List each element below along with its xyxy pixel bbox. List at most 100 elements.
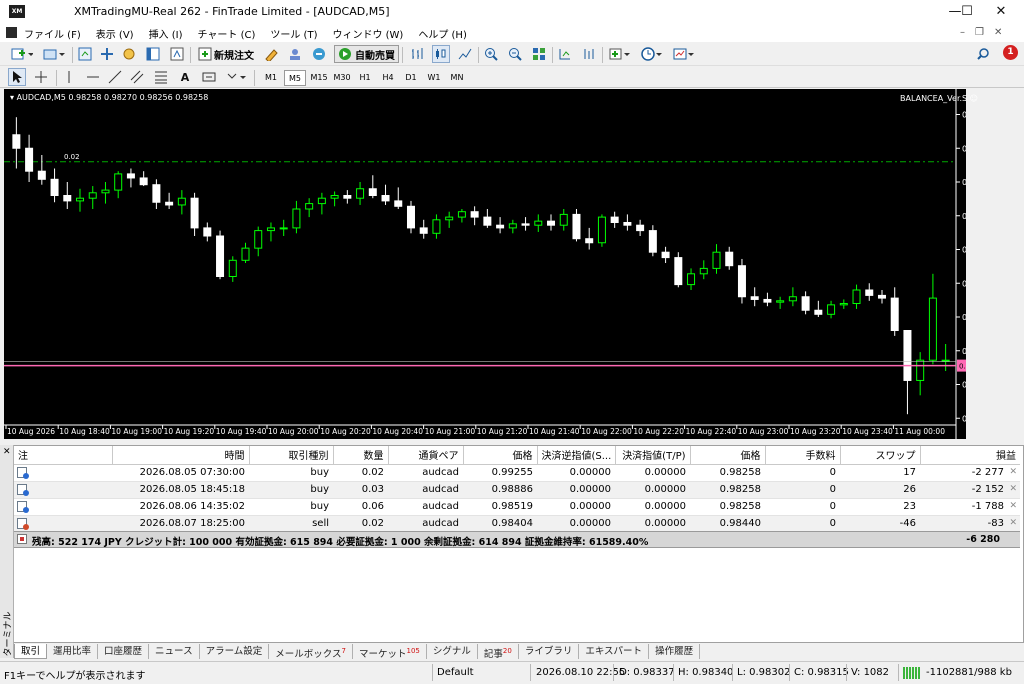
terminal-tab[interactable]: シグナル bbox=[427, 643, 478, 659]
col-time[interactable]: 時間 bbox=[112, 446, 250, 465]
tile-windows-icon[interactable] bbox=[530, 45, 548, 63]
terminal-tab[interactable]: 記事20 bbox=[478, 643, 519, 660]
order-row[interactable]: 2026.08.05 18:45:18 buy 0.03 audcad 0.98886 0… bbox=[14, 481, 1020, 499]
col-volume[interactable]: 数量 bbox=[333, 446, 389, 465]
text-tool-icon[interactable]: A bbox=[176, 68, 194, 86]
text-label-icon[interactable] bbox=[200, 68, 218, 86]
terminal-tab[interactable]: アラーム設定 bbox=[200, 643, 270, 659]
child-minimize-button[interactable]: – bbox=[960, 27, 965, 38]
col-profit[interactable]: 損益 bbox=[920, 446, 1020, 465]
timeframe-mn[interactable]: MN bbox=[446, 70, 468, 86]
crosshair-icon[interactable] bbox=[32, 68, 50, 86]
equidistant-channel-icon[interactable] bbox=[128, 68, 146, 86]
col-symbol[interactable]: 通貨ペア bbox=[388, 446, 464, 465]
menu-tools[interactable]: ツール (T) bbox=[270, 26, 317, 41]
line-chart-icon[interactable] bbox=[456, 45, 474, 63]
zoom-in-icon[interactable] bbox=[482, 45, 500, 63]
timeframe-h1[interactable]: H1 bbox=[354, 70, 376, 86]
price-label: 0.98315 bbox=[962, 279, 966, 288]
signals-icon[interactable] bbox=[286, 45, 304, 63]
status-profile[interactable]: Default bbox=[437, 667, 474, 678]
child-close-button[interactable]: ✕ bbox=[994, 27, 1002, 38]
candlestick-icon[interactable] bbox=[432, 45, 450, 63]
close-button[interactable]: ✕ bbox=[978, 0, 1024, 24]
timeframe-h4[interactable]: H4 bbox=[377, 70, 399, 86]
order-volume: 0.03 bbox=[333, 481, 388, 499]
order-row[interactable]: 2026.08.05 07:30:00 buy 0.02 audcad 0.99255 0… bbox=[14, 464, 1020, 482]
time-label: 10 Aug 23:40 bbox=[842, 427, 893, 436]
col-current-price[interactable]: 価格 bbox=[690, 446, 766, 465]
terminal-tab[interactable]: メールボックス7 bbox=[269, 643, 353, 660]
chart-shift-icon[interactable] bbox=[580, 45, 598, 63]
timeframe-w1[interactable]: W1 bbox=[423, 70, 445, 86]
menu-insert[interactable]: 挿入 (I) bbox=[149, 26, 183, 41]
candlestick-chart[interactable]: 0.98440 0.98415 0.98390 0.98365 0.98340 0.983… bbox=[4, 89, 966, 439]
trendline-icon[interactable] bbox=[106, 68, 124, 86]
menu-help[interactable]: ヘルプ (H) bbox=[418, 26, 467, 41]
menu-file[interactable]: ファイル (F) bbox=[24, 26, 81, 41]
candle-body bbox=[852, 289, 861, 304]
notifications-badge[interactable]: 1 bbox=[1003, 45, 1018, 60]
candle-body bbox=[623, 222, 632, 226]
close-order-icon[interactable]: ✕ bbox=[1009, 484, 1017, 494]
order-row[interactable]: 2026.08.06 14:35:02 buy 0.06 audcad 0.98519 0… bbox=[14, 498, 1020, 516]
strategy-tester-icon[interactable] bbox=[168, 45, 186, 63]
data-window-icon[interactable] bbox=[98, 45, 116, 63]
market-watch-icon[interactable] bbox=[76, 45, 94, 63]
chart-header: ▾ AUDCAD,M5 0.98258 0.98270 0.98256 0.98… bbox=[10, 93, 209, 102]
price-label: 0.98415 bbox=[962, 144, 966, 153]
indicators-icon[interactable] bbox=[606, 45, 634, 63]
candle-body bbox=[165, 201, 174, 206]
timeframe-m5[interactable]: M5 bbox=[284, 70, 306, 86]
col-take-profit[interactable]: 決済指値(T/P) bbox=[615, 446, 691, 465]
cursor-icon[interactable] bbox=[8, 68, 26, 86]
terminal-tab[interactable]: エキスパート bbox=[579, 643, 650, 659]
navigator-icon[interactable] bbox=[120, 45, 138, 63]
col-ticket[interactable]: 注 bbox=[14, 446, 113, 465]
terminal-tab[interactable]: 運用比率 bbox=[47, 643, 99, 659]
timeframe-m15[interactable]: M15 bbox=[308, 70, 330, 86]
terminal-tab[interactable]: 取引 bbox=[14, 643, 48, 659]
new-chart-icon[interactable] bbox=[8, 45, 36, 63]
auto-scroll-icon[interactable] bbox=[556, 45, 574, 63]
fibonacci-icon[interactable] bbox=[152, 68, 170, 86]
terminal-tab[interactable]: ライブラリ bbox=[519, 643, 580, 659]
terminal-close-icon[interactable]: ✕ bbox=[3, 447, 11, 457]
close-order-icon[interactable]: ✕ bbox=[1009, 501, 1017, 511]
terminal-tab[interactable]: 操作履歴 bbox=[649, 643, 701, 659]
close-order-icon[interactable]: ✕ bbox=[1009, 518, 1017, 528]
close-order-icon[interactable]: ✕ bbox=[1009, 467, 1017, 477]
menu-chart[interactable]: チャート (C) bbox=[198, 26, 256, 41]
terminal-tab[interactable]: 口座履歴 bbox=[98, 643, 150, 659]
terminal-tab[interactable]: マーケット105 bbox=[353, 643, 427, 660]
candle-body bbox=[241, 247, 250, 261]
timeframe-d1[interactable]: D1 bbox=[400, 70, 422, 86]
terminal-icon[interactable] bbox=[144, 45, 162, 63]
timeframe-m30[interactable]: M30 bbox=[331, 70, 353, 86]
vertical-line-icon[interactable] bbox=[60, 68, 78, 86]
col-stop-loss[interactable]: 決済逆指値(S... bbox=[537, 446, 616, 465]
bar-chart-icon[interactable] bbox=[408, 45, 426, 63]
new-order-button[interactable]: 新規注文 bbox=[196, 45, 256, 63]
horizontal-line-icon[interactable] bbox=[84, 68, 102, 86]
market-icon[interactable] bbox=[310, 45, 328, 63]
col-commission[interactable]: 手数料 bbox=[765, 446, 841, 465]
timeframe-m1[interactable]: M1 bbox=[260, 70, 282, 86]
auto-trading-button[interactable]: 自動売買 bbox=[334, 45, 399, 63]
templates-icon[interactable] bbox=[670, 45, 698, 63]
metaeditor-icon[interactable] bbox=[262, 45, 280, 63]
col-type[interactable]: 取引種別 bbox=[249, 446, 334, 465]
terminal-tab[interactable]: ニュース bbox=[149, 643, 200, 659]
zoom-out-icon[interactable] bbox=[506, 45, 524, 63]
child-restore-button[interactable]: ❐ bbox=[975, 27, 984, 38]
time-label: 10 Aug 20:00 bbox=[268, 427, 319, 436]
periods-icon[interactable] bbox=[638, 45, 666, 63]
search-icon[interactable] bbox=[974, 45, 992, 63]
menu-window[interactable]: ウィンドウ (W) bbox=[332, 26, 403, 41]
col-swap[interactable]: スワップ bbox=[840, 446, 921, 465]
arrows-icon[interactable] bbox=[224, 68, 250, 86]
order-row[interactable]: 2026.08.07 18:25:00 sell 0.02 audcad 0.98404… bbox=[14, 515, 1020, 533]
profiles-icon[interactable] bbox=[40, 45, 68, 63]
menu-view[interactable]: 表示 (V) bbox=[96, 26, 134, 41]
col-price[interactable]: 価格 bbox=[463, 446, 538, 465]
